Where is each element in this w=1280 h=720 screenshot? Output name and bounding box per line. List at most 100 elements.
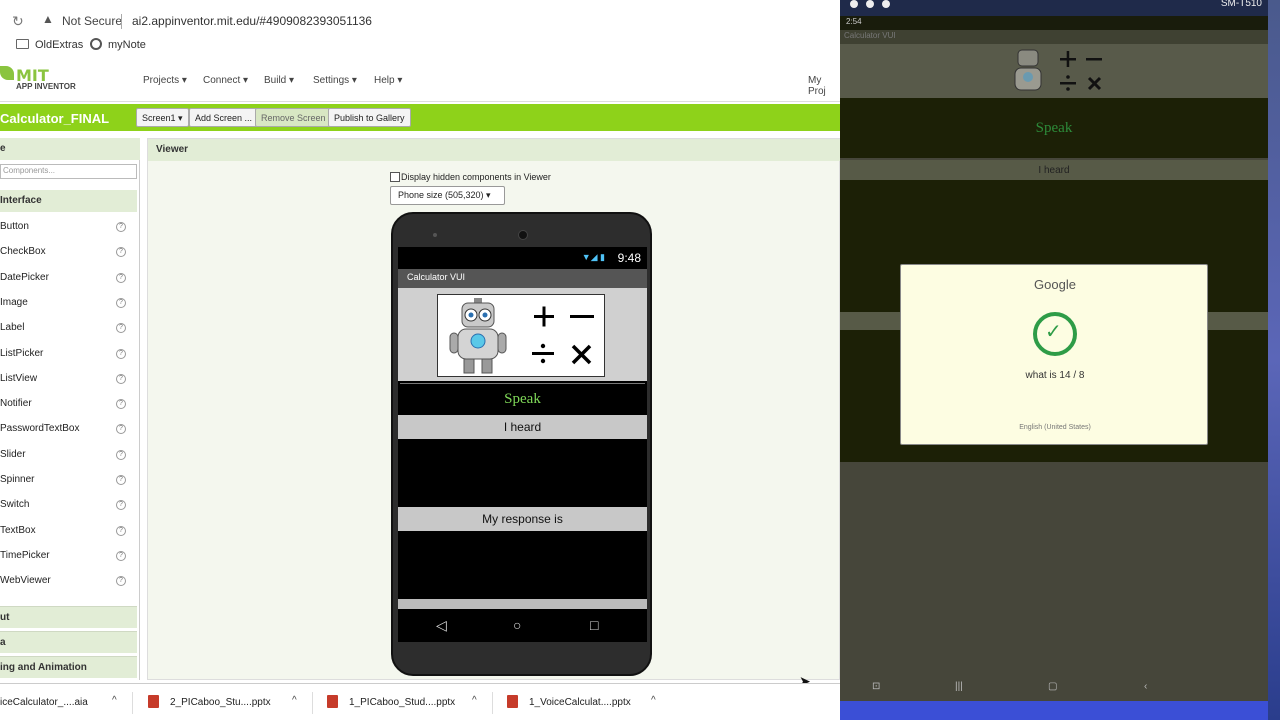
menu-my-projects[interactable]: My Proj (808, 75, 840, 97)
help-icon[interactable]: ? (116, 348, 126, 359)
menu-settings[interactable]: Settings ▾ (313, 75, 357, 86)
help-icon[interactable]: ? (116, 247, 126, 258)
address-bar[interactable]: ↻ ▲ Not Secure ai2.appinventor.mit.edu/#… (0, 8, 840, 34)
security-label[interactable]: Not Secure (62, 14, 122, 28)
help-icon[interactable]: ? (116, 550, 126, 561)
download-item[interactable]: iceCalculator_....aia (0, 697, 88, 708)
viewer-header: Viewer (148, 139, 840, 161)
palette-item-notifier[interactable]: Notifier? (0, 392, 137, 417)
viewer-title: Viewer (156, 144, 189, 155)
palette-item-label: PasswordTextBox (0, 423, 80, 435)
palette-item-switch[interactable]: Switch? (0, 493, 137, 518)
palette-item-listview[interactable]: ListView? (0, 367, 137, 392)
hidden-components-checkbox[interactable] (390, 172, 400, 182)
help-icon[interactable]: ? (116, 297, 126, 308)
download-item[interactable]: 2_PICaboo_Stu....pptx (170, 697, 271, 708)
app-title: Calculator VUI (407, 272, 466, 282)
help-icon[interactable]: ? (116, 399, 126, 410)
add-screen-button[interactable]: Add Screen ... (189, 108, 259, 127)
response-label-box: My response is (398, 507, 647, 531)
chevron-up-icon[interactable]: ^ (651, 695, 656, 706)
palette-item-label: WebViewer (0, 575, 51, 587)
reload-icon[interactable]: ↻ (12, 13, 24, 30)
emulator-nav-bar: ⊡ ||| ▢ ‹ (840, 675, 1268, 701)
download-item[interactable]: 1_PICaboo_Stud....pptx (349, 697, 455, 708)
palette-item-image[interactable]: Image? (0, 291, 137, 316)
phone-time: 9:48 (617, 251, 641, 265)
help-icon[interactable]: ? (116, 323, 126, 334)
keyboard-icon[interactable]: ⊡ (872, 681, 880, 692)
divider (312, 692, 313, 714)
recents-icon[interactable]: □ (590, 617, 598, 633)
pptx-file-icon (148, 695, 159, 708)
palette-item-label: Spinner (0, 474, 35, 485)
heard-label: I heard (503, 420, 542, 434)
menu-build[interactable]: Build ▾ (264, 75, 294, 86)
help-icon[interactable]: ? (116, 373, 126, 384)
palette-item-webviewer[interactable]: WebViewer? (0, 569, 137, 594)
help-icon[interactable]: ? (116, 449, 126, 460)
palette-item-listpicker[interactable]: ListPicker? (0, 342, 137, 367)
menu-projects[interactable]: Projects ▾ (143, 75, 187, 86)
home-icon[interactable]: ○ (513, 617, 521, 633)
phone-size-select[interactable]: Phone size (505,320) ▾ (390, 186, 505, 205)
palette-item-button[interactable]: Button? (0, 215, 137, 240)
camera-icon (518, 230, 528, 240)
palette-item-label[interactable]: Label? (0, 316, 137, 341)
help-icon[interactable]: ? (116, 525, 126, 536)
recents-icon[interactable]: ||| (955, 681, 963, 692)
chevron-up-icon[interactable]: ^ (292, 695, 297, 706)
help-icon[interactable]: ? (116, 222, 126, 232)
palette-item-label: Notifier (0, 398, 32, 410)
emulator-speak-button[interactable]: Speak (840, 98, 1268, 158)
palette-item-slider[interactable]: Slider? (0, 443, 137, 468)
language-label[interactable]: English (United States) (901, 424, 1209, 431)
chevron-up-icon[interactable]: ^ (472, 695, 477, 706)
palette-item-passwordtextbox[interactable]: PasswordTextBox? (0, 417, 137, 442)
close-icon[interactable] (850, 0, 858, 8)
palette-item-checkbox[interactable]: CheckBox? (0, 240, 137, 265)
globe-icon (90, 38, 102, 50)
bookmark-mynote[interactable]: myNote (108, 39, 146, 51)
palette-item-datepicker[interactable]: DatePicker? (0, 266, 137, 291)
menu-help[interactable]: Help ▾ (374, 75, 402, 86)
bookmark-oldextras[interactable]: OldExtras (35, 39, 83, 51)
minimize-icon[interactable] (866, 0, 874, 8)
palette-section-layout[interactable]: ut (0, 606, 137, 628)
chevron-up-icon[interactable]: ^ (112, 695, 117, 706)
home-icon[interactable]: ▢ (1048, 681, 1057, 692)
help-icon[interactable]: ? (116, 424, 126, 435)
download-item[interactable]: 1_VoiceCalculat....pptx (529, 697, 631, 708)
palette-section-media[interactable]: a (0, 631, 137, 653)
calculator-image[interactable] (437, 294, 605, 377)
palette-search-input[interactable]: Components... (0, 164, 137, 179)
publish-gallery-button[interactable]: Publish to Gallery (328, 108, 411, 127)
back-icon[interactable]: ◁ (436, 617, 447, 634)
check-icon: ✓ (1045, 319, 1062, 343)
palette-section-drawing[interactable]: ing and Animation (0, 656, 137, 678)
url-text[interactable]: ai2.appinventor.mit.edu/#490908239305113… (132, 14, 372, 28)
bookmarks-bar: OldExtras myNote (0, 36, 840, 56)
help-icon[interactable]: ? (116, 272, 126, 283)
robot-operators-icon (1014, 49, 1102, 91)
phone-screen: ▼◢ ▮ 9:48 Calculator VUI Speak I heard M… (398, 247, 647, 642)
browser-window: ↻ ▲ Not Secure ai2.appinventor.mit.edu/#… (0, 0, 840, 720)
phone-nav-bar: ◁ ○ □ (398, 609, 647, 642)
help-icon[interactable]: ? (116, 475, 126, 485)
emulator-titlebar: SM-T510 (840, 0, 1268, 16)
emulator-app-title: Calculator VUI (844, 31, 896, 40)
speak-button[interactable]: Speak (400, 383, 645, 414)
palette-item-timepicker[interactable]: TimePicker? (0, 544, 137, 569)
screen-select-button[interactable]: Screen1 ▾ (136, 108, 189, 127)
help-icon[interactable]: ? (116, 500, 126, 511)
palette-item-textbox[interactable]: TextBox? (0, 519, 137, 544)
menu-connect[interactable]: Connect ▾ (203, 75, 248, 86)
maximize-icon[interactable] (882, 0, 890, 8)
help-icon[interactable]: ? (116, 576, 126, 587)
palette-item-label: DatePicker (0, 271, 49, 283)
remove-screen-button[interactable]: Remove Screen (255, 108, 332, 127)
palette-item-label: Button (0, 221, 29, 232)
back-icon[interactable]: ‹ (1144, 681, 1147, 692)
palette-category-interface[interactable]: Interface (0, 190, 137, 212)
palette-item-spinner[interactable]: Spinner? (0, 468, 137, 493)
